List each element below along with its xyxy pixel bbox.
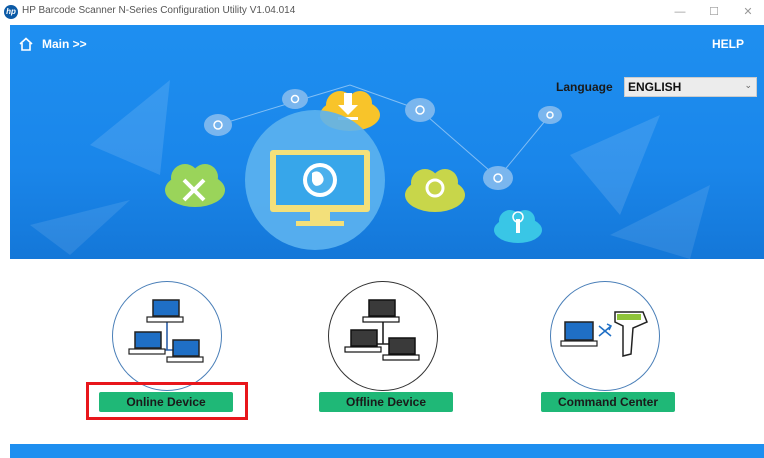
minimize-button[interactable]: — [668,3,692,21]
sync-cloud-icon [405,169,465,212]
hp-logo-icon: hp [4,5,18,19]
network-computers-icon [128,299,204,363]
computer-scanner-icon [560,311,648,357]
command-center-card[interactable] [550,281,660,391]
footer-bar [10,444,764,458]
header-banner: Main >> HELP Language ENGLISH ⌄ [10,25,764,259]
wifi-cloud-icon [494,210,542,243]
monitor-globe-icon [245,110,385,250]
cloud-node-icon [405,98,435,122]
home-icon[interactable] [18,37,34,51]
cloud-node-icon [204,114,232,136]
language-select[interactable]: ENGLISH ⌄ [624,77,757,97]
cloud-node-icon [538,106,562,124]
offline-device-card[interactable] [328,281,438,391]
help-link[interactable]: HELP [712,37,744,51]
offline-computers-icon [344,299,420,361]
maximize-button[interactable]: ☐ [702,3,726,21]
window-title: HP Barcode Scanner N-Series Configuratio… [22,5,296,16]
command-center-button[interactable]: Command Center [541,392,675,412]
tools-cloud-icon [165,164,225,207]
language-label: Language [556,80,613,94]
cloud-node-icon [483,166,513,190]
online-device-card[interactable] [112,281,222,391]
cloud-node-icon [282,89,308,109]
window-titlebar: hp HP Barcode Scanner N-Series Configura… [0,0,764,24]
close-button[interactable]: ✕ [736,3,760,21]
breadcrumb-main[interactable]: Main >> [42,37,87,51]
highlight-box [86,382,248,420]
banner-illustration [30,80,710,259]
language-selected-value: ENGLISH [628,80,682,94]
chevron-down-icon: ⌄ [744,80,752,90]
offline-device-button[interactable]: Offline Device [319,392,453,412]
